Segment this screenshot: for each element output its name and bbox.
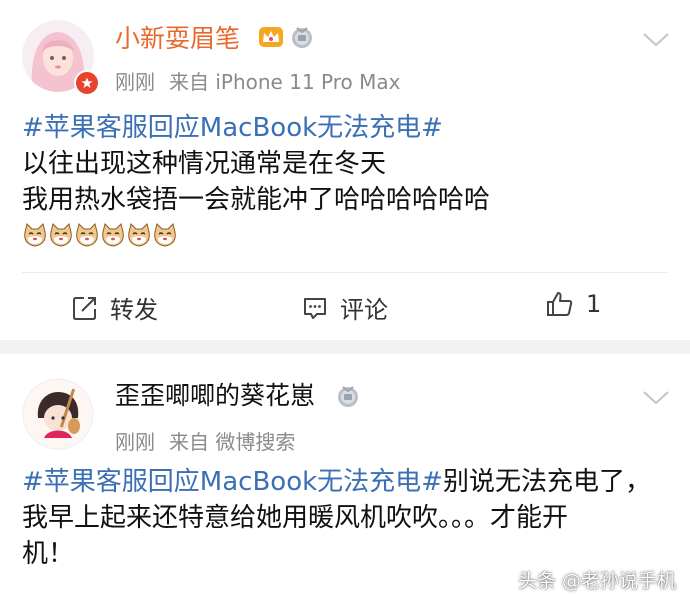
divider: [22, 272, 668, 273]
weibo-post-1: 小新耍眉笔 刚刚 来自 iPhone 11 Pro Max #苹果客服回应MacB…: [0, 0, 690, 340]
post-meta: 刚刚 来自 微博搜索: [115, 426, 309, 455]
cat-face-emoji-icon: [154, 223, 176, 247]
post-content: #苹果客服回应MacBook无法充电#别说无法充电了， 我早上起来还特意给她用暖…: [22, 464, 672, 572]
weibo-post-2: 歪歪唧唧的葵花崽 刚刚 来自 微博搜索 #苹果客服回应MacBook无法充电#别说…: [0, 354, 690, 603]
repost-button[interactable]: 转发: [72, 290, 158, 325]
hashtag-link[interactable]: #苹果客服回应MacBook无法充电#: [22, 110, 672, 146]
post-actions: 转发 评论 1: [0, 274, 690, 338]
emoji-row: [22, 222, 178, 248]
like-count: 1: [586, 290, 602, 318]
verified-badge-icon: [74, 70, 100, 96]
hashtag-link[interactable]: #苹果客服回应MacBook无法充电#: [22, 467, 443, 497]
feed-divider: [0, 340, 690, 354]
chevron-down-icon[interactable]: [642, 390, 670, 406]
like-button[interactable]: 1: [546, 290, 601, 318]
author-name[interactable]: 小新耍眉笔: [115, 24, 240, 54]
comment-label: 评论: [340, 296, 388, 324]
cat-face-emoji-icon: [128, 223, 150, 247]
post-source: 来自 微博搜索: [169, 430, 296, 454]
repost-label: 转发: [110, 296, 158, 324]
watermark: 头条 @老孙说手机: [517, 570, 676, 592]
level-medal-icon: [338, 386, 358, 407]
author-badges: [258, 25, 314, 49]
cat-face-emoji-icon: [102, 223, 124, 247]
post-meta: 刚刚 来自 iPhone 11 Pro Max: [115, 66, 414, 95]
post-line: 我早上起来还特意给她用暖风机吹吹。。。才能开: [22, 503, 569, 533]
cat-face-emoji-icon: [24, 223, 46, 247]
post-line: 我用热水袋捂一会就能冲了哈哈哈哈哈哈: [22, 185, 491, 215]
post-content: #苹果客服回应MacBook无法充电# 以往出现这种情况通常是在冬天 我用热水袋…: [22, 110, 672, 218]
post-time: 刚刚: [115, 70, 155, 94]
avatar[interactable]: [22, 378, 94, 450]
repost-icon: [73, 296, 96, 320]
post-source: 来自 iPhone 11 Pro Max: [169, 70, 401, 94]
post-line: 以往出现这种情况通常是在冬天: [22, 149, 387, 179]
cat-face-emoji-icon: [50, 223, 72, 247]
level-medal-icon: [292, 27, 312, 48]
crown-vip-icon: [259, 27, 283, 47]
comment-button[interactable]: 评论: [302, 290, 388, 325]
author-name[interactable]: 歪歪唧唧的葵花崽: [115, 381, 315, 411]
cat-face-emoji-icon: [76, 223, 98, 247]
post-line: #苹果客服回应MacBook无法充电#别说无法充电了，: [22, 464, 672, 500]
post-time: 刚刚: [115, 430, 155, 454]
chevron-down-icon[interactable]: [642, 32, 670, 48]
comment-icon: [304, 297, 326, 319]
thumbs-up-icon: [547, 292, 573, 316]
author-badges: [336, 384, 360, 408]
post-line-text: 别说无法充电了，: [442, 467, 651, 497]
